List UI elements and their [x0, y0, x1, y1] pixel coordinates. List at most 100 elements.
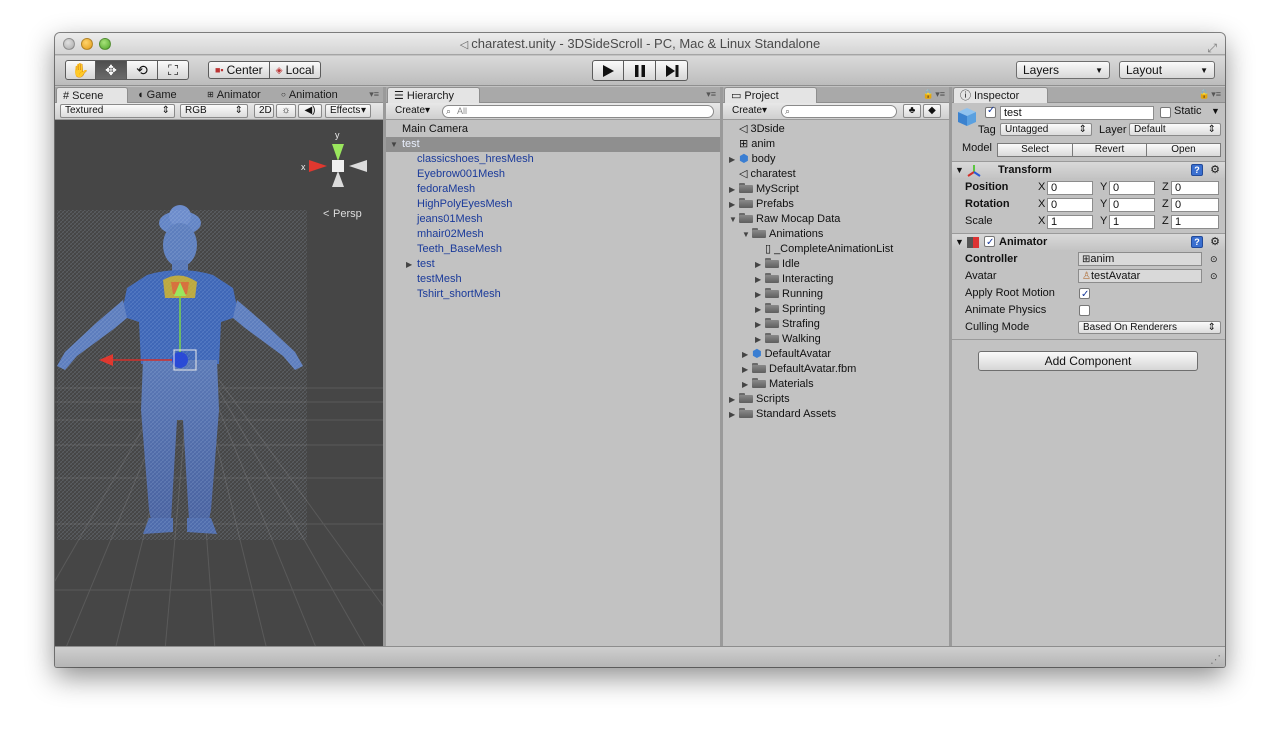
expand-arrow-icon[interactable]: ▶	[729, 407, 735, 422]
model-revert-button[interactable]: Revert	[1073, 143, 1147, 157]
project-create-dropdown[interactable]: Create ▾	[728, 104, 770, 118]
chevron-down-icon[interactable]: ▼	[1211, 106, 1220, 116]
animator-header[interactable]: ▼ Animator ? ⚙	[952, 233, 1225, 251]
list-item[interactable]: HighPolyEyesMesh	[386, 197, 720, 212]
object-picker-icon[interactable]: ⊙	[1210, 268, 1218, 285]
tab-animator[interactable]: ⊞ Animator	[201, 87, 267, 103]
list-item[interactable]: ◁ 3Dside	[723, 122, 949, 137]
tab-animation[interactable]: ○ Animation	[275, 87, 344, 103]
rotation-y-field[interactable]: 0	[1109, 198, 1155, 212]
culling-mode-dropdown[interactable]: Based On Renderers ⇕	[1078, 321, 1221, 334]
filter-type-button[interactable]: ♣	[903, 104, 921, 118]
add-component-button[interactable]: Add Component	[978, 351, 1198, 371]
expand-arrow-icon[interactable]: ▶	[729, 152, 735, 167]
object-picker-icon[interactable]: ⊙	[1210, 251, 1218, 268]
tab-scene[interactable]: # Scene	[56, 87, 128, 103]
avatar-field[interactable]: ♙testAvatar	[1078, 269, 1202, 283]
expand-arrow-icon[interactable]: ▶	[742, 362, 748, 377]
list-item[interactable]: ▶ Idle	[723, 257, 949, 272]
hierarchy-search-input[interactable]: ⌕ All	[442, 105, 714, 118]
tab-project[interactable]: ▭ Project	[724, 87, 817, 103]
collapse-arrow-icon[interactable]: ▼	[955, 234, 964, 251]
list-item[interactable]: ▶ Sprinting	[723, 302, 949, 317]
expand-arrow-icon[interactable]: ▶	[755, 332, 761, 347]
layout-dropdown[interactable]: Layout ▼	[1119, 61, 1215, 79]
panel-menu-icon[interactable]: ▾≡	[369, 89, 379, 100]
help-book-icon[interactable]: ?	[1191, 164, 1203, 176]
list-item[interactable]: ▶ Materials	[723, 377, 949, 392]
list-item[interactable]: ▶ Walking	[723, 332, 949, 347]
tab-game[interactable]: ◖ Game	[131, 87, 183, 103]
list-item[interactable]: jeans01Mesh	[386, 212, 720, 227]
expand-arrow-icon[interactable]: ▶	[729, 182, 735, 197]
list-item[interactable]: ▶ Strafing	[723, 317, 949, 332]
tag-dropdown[interactable]: Untagged ⇕	[1000, 123, 1092, 136]
gear-icon[interactable]: ⚙	[1210, 234, 1220, 251]
list-item[interactable]: ▼ test	[386, 137, 720, 152]
expand-arrow-icon[interactable]: ▼	[742, 227, 750, 242]
rotation-z-field[interactable]: 0	[1171, 198, 1219, 212]
layer-dropdown[interactable]: Default ⇕	[1129, 123, 1221, 136]
help-book-icon[interactable]: ?	[1191, 236, 1203, 248]
collapse-arrow-icon[interactable]: ▼	[955, 162, 964, 179]
2d-toggle[interactable]: 2D	[254, 104, 274, 118]
expand-arrow-icon[interactable]: ▼	[390, 137, 398, 152]
panel-menu-icon[interactable]: ▾≡	[1211, 89, 1221, 100]
list-item[interactable]: ⊞ anim	[723, 137, 949, 152]
expand-arrow-icon[interactable]: ▶	[755, 272, 761, 287]
expand-arrow-icon[interactable]: ▶	[755, 257, 761, 272]
scale-y-field[interactable]: 1	[1109, 215, 1155, 229]
gear-icon[interactable]: ⚙	[1210, 162, 1220, 179]
static-checkbox[interactable]	[1160, 107, 1171, 118]
expand-arrow-icon[interactable]: ▶	[755, 317, 761, 332]
scale-tool-button[interactable]: ⛶	[158, 60, 189, 80]
close-window-button[interactable]	[63, 38, 75, 50]
expand-arrow-icon[interactable]: ▶	[406, 257, 412, 272]
list-item[interactable]: ▼ Animations	[723, 227, 949, 242]
resize-grip-icon[interactable]: ⋰	[1210, 653, 1221, 666]
list-item[interactable]: ▶ Running	[723, 287, 949, 302]
list-item[interactable]: ▯ _CompleteAnimationList	[723, 242, 949, 257]
scene-viewport[interactable]: y x < Persp	[55, 120, 383, 646]
model-select-button[interactable]: Select	[997, 143, 1073, 157]
move-tool-button[interactable]: ✥	[96, 60, 127, 80]
pivot-center-button[interactable]: ■▪ Center	[208, 61, 270, 79]
list-item[interactable]: mhair02Mesh	[386, 227, 720, 242]
filter-label-button[interactable]: ◆	[923, 104, 941, 118]
expand-arrow-icon[interactable]: ▶	[729, 392, 735, 407]
expand-arrow-icon[interactable]: ▶	[742, 377, 748, 392]
play-button[interactable]	[592, 60, 624, 81]
rotation-x-field[interactable]: 0	[1047, 198, 1093, 212]
list-item[interactable]: ▶ DefaultAvatar.fbm	[723, 362, 949, 377]
list-item[interactable]: ▶ MyScript	[723, 182, 949, 197]
lock-icon[interactable]: 🔒	[1199, 89, 1210, 100]
panel-menu-icon[interactable]: ▾≡	[935, 89, 945, 100]
scale-z-field[interactable]: 1	[1171, 215, 1219, 229]
list-item[interactable]: Eyebrow001Mesh	[386, 167, 720, 182]
list-item[interactable]: ◁ charatest	[723, 167, 949, 182]
list-item[interactable]: ▶ Standard Assets	[723, 407, 949, 422]
active-checkbox[interactable]	[985, 105, 996, 118]
list-item[interactable]: fedoraMesh	[386, 182, 720, 197]
list-item[interactable]: ▶ Interacting	[723, 272, 949, 287]
list-item[interactable]: ▼ Raw Mocap Data	[723, 212, 949, 227]
list-item[interactable]: ▶ Prefabs	[723, 197, 949, 212]
expand-arrow-icon[interactable]: ▼	[729, 212, 737, 227]
list-item[interactable]: ▶ Scripts	[723, 392, 949, 407]
scene-canvas[interactable]: y x < Persp	[55, 120, 383, 646]
project-search-input[interactable]: ⌕	[781, 105, 897, 118]
list-item[interactable]: Teeth_BaseMesh	[386, 242, 720, 257]
list-item[interactable]: Tshirt_shortMesh	[386, 287, 720, 302]
expand-arrow-icon[interactable]: ▶	[755, 302, 761, 317]
pivot-local-button[interactable]: ◈ Local	[269, 61, 322, 79]
animator-enabled-checkbox[interactable]	[984, 234, 995, 251]
minimize-window-button[interactable]	[81, 38, 93, 50]
position-y-field[interactable]: 0	[1109, 181, 1155, 195]
list-item[interactable]: ▶ ⬢ DefaultAvatar	[723, 347, 949, 362]
hierarchy-create-dropdown[interactable]: Create ▾	[391, 104, 433, 118]
transform-header[interactable]: ▼ Transform ? ⚙	[952, 161, 1225, 178]
expand-arrow-icon[interactable]: ▶	[742, 347, 748, 362]
model-open-button[interactable]: Open	[1147, 143, 1221, 157]
list-item[interactable]: classicshoes_hresMesh	[386, 152, 720, 167]
render-mode-dropdown[interactable]: Textured ⇕	[60, 104, 175, 118]
